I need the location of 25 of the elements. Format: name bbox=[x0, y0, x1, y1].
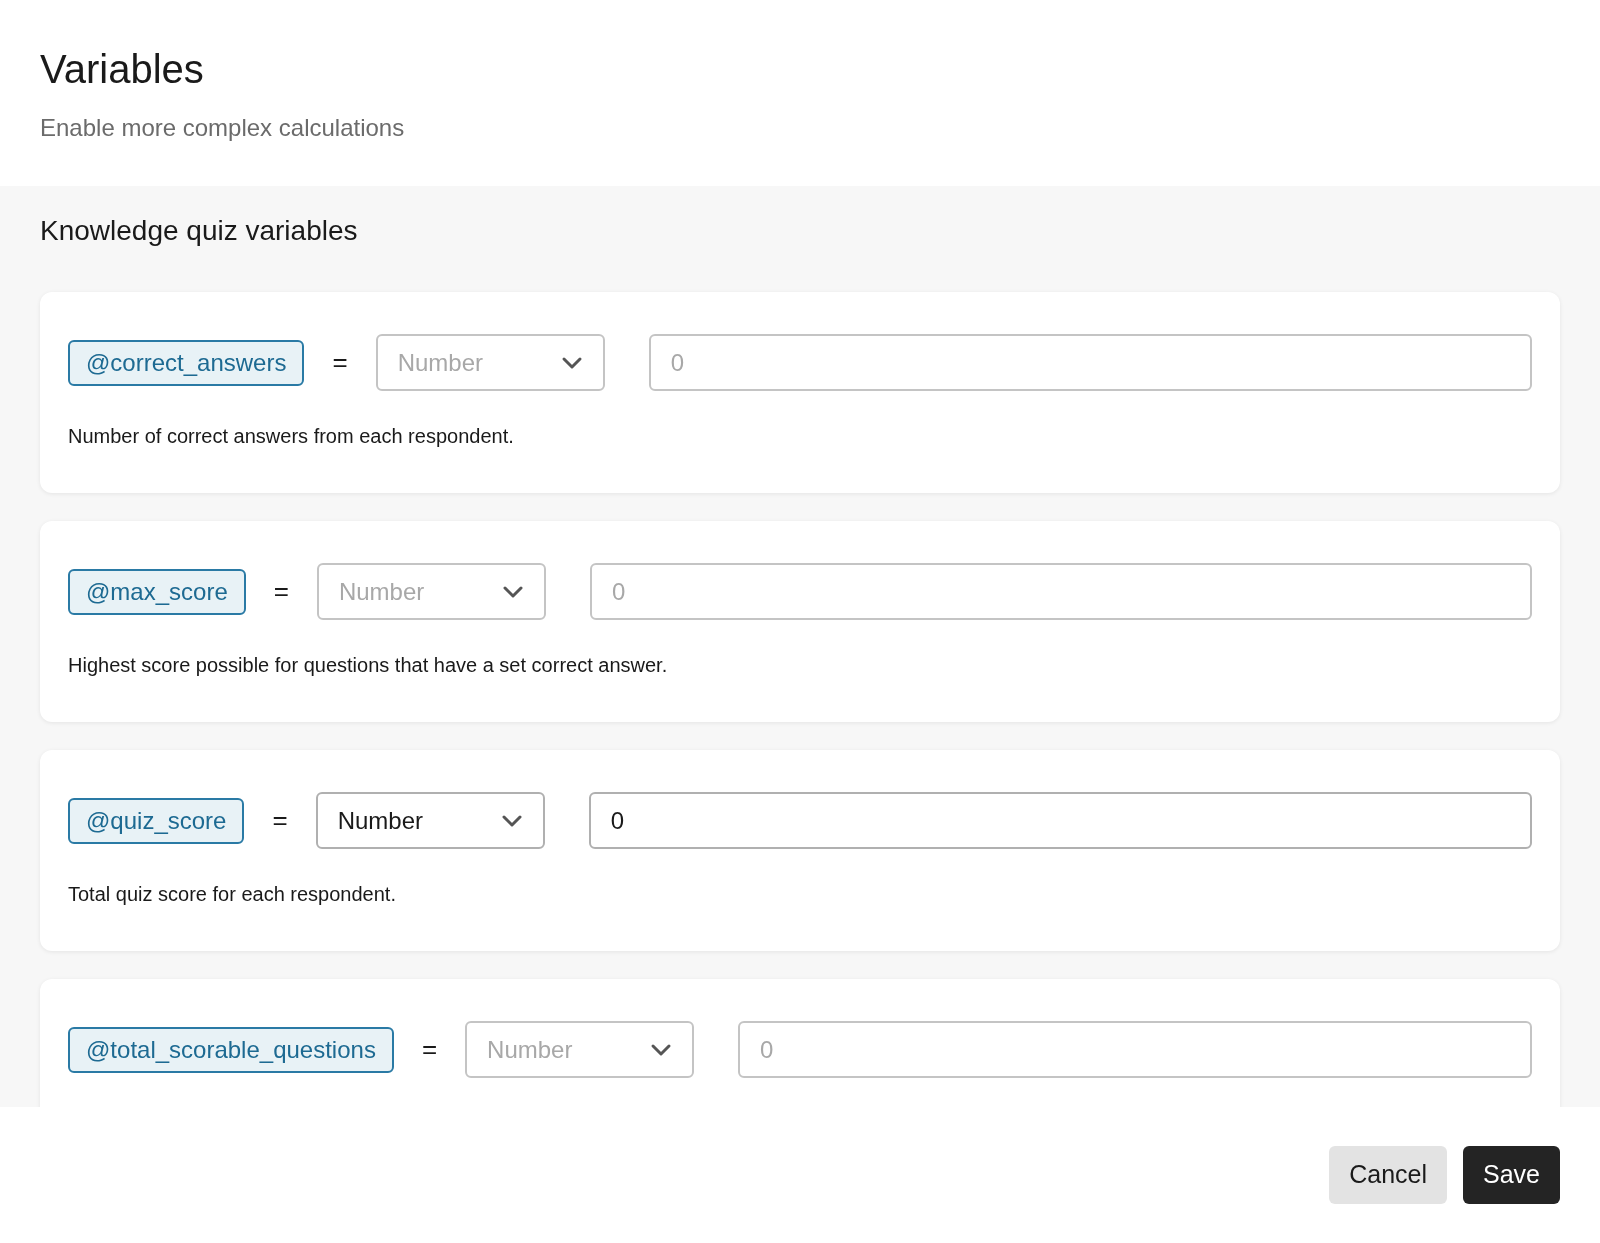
equals-sign: = bbox=[272, 804, 288, 837]
save-button[interactable]: Save bbox=[1463, 1146, 1560, 1204]
cancel-button[interactable]: Cancel bbox=[1329, 1146, 1447, 1204]
equals-sign: = bbox=[332, 346, 348, 379]
variable-chip: @quiz_score bbox=[68, 797, 245, 844]
chevron-down-icon bbox=[650, 1042, 673, 1057]
value-field[interactable]: 0 bbox=[648, 334, 1532, 391]
page-title: Variables bbox=[40, 46, 205, 93]
page-subtitle: Enable more complex calculations bbox=[40, 113, 406, 143]
variable-description: Number of correct answers from each respondent. bbox=[68, 424, 515, 449]
variable-chip: @max_score bbox=[68, 568, 246, 615]
equals-sign: = bbox=[421, 1033, 438, 1066]
value-field[interactable]: 0 bbox=[588, 792, 1532, 849]
variable-description: Highest score possible for questions that have a set correct answer. bbox=[68, 653, 669, 678]
variable-chip: @correct_answers bbox=[68, 339, 305, 386]
value-field[interactable]: 0 bbox=[589, 563, 1532, 620]
variable-chip: @total_scorable_questions bbox=[68, 1026, 394, 1073]
chevron-down-icon bbox=[501, 584, 524, 599]
equals-sign: = bbox=[273, 575, 289, 608]
type-dropdown[interactable]: Number bbox=[315, 792, 545, 849]
variable-description: Total quiz score for each respondent. bbox=[68, 882, 397, 907]
chevron-down-icon bbox=[500, 813, 523, 828]
section-title: Knowledge quiz variables bbox=[40, 214, 359, 248]
value-field[interactable]: 0 bbox=[738, 1021, 1532, 1078]
chevron-down-icon bbox=[560, 355, 583, 370]
